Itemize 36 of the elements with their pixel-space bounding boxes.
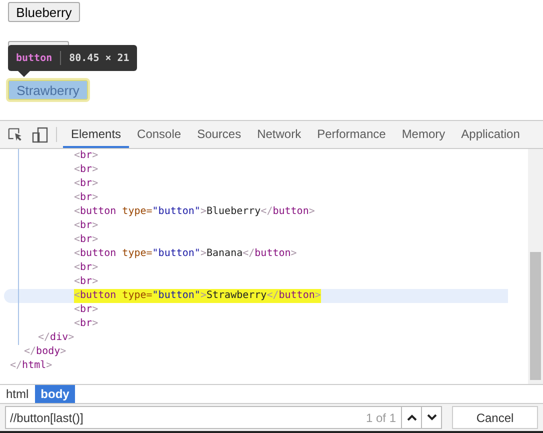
devtools-tab[interactable]: Sources (189, 121, 250, 148)
code-line[interactable]: <br> (0, 317, 508, 331)
devtools-tab[interactable]: Memory (394, 121, 454, 148)
inspect-icon[interactable] (8, 126, 24, 142)
tooltip-size: 80.45 × 21 (69, 52, 130, 64)
devtools-tab[interactable]: Application (453, 121, 528, 148)
device-icon[interactable] (32, 126, 48, 142)
devtools-tab[interactable]: Elements (63, 121, 130, 148)
caret-down-icon (426, 414, 436, 421)
code-line[interactable]: </div> (0, 331, 508, 345)
code-line[interactable]: <br> (0, 219, 508, 233)
devtools-tab[interactable]: Performance (309, 121, 394, 148)
code-line[interactable]: <br> (0, 261, 508, 275)
code-line[interactable]: <br> (0, 233, 508, 247)
code-line[interactable]: <br> (0, 275, 508, 289)
selected-code-line[interactable]: <button type="button">Strawberry</button> (4, 289, 508, 303)
page-button[interactable]: Blueberry (8, 2, 80, 22)
match-count: 1 of 1 (364, 410, 397, 424)
code-line[interactable]: </body> (0, 345, 508, 359)
breadcrumb[interactable]: html (0, 385, 35, 403)
devtools-tab[interactable]: Console (129, 121, 190, 148)
code-line[interactable]: <br> (0, 149, 508, 163)
cancel-button[interactable]: Cancel (452, 406, 538, 429)
search-box[interactable]: //button[last()] 1 of 1 (5, 406, 442, 429)
code-line[interactable]: <br> (0, 191, 508, 205)
tooltip-tag: button (16, 52, 52, 64)
caret-up-icon (406, 414, 416, 421)
code-line[interactable]: <button type="button">Banana</button> (0, 247, 508, 261)
code-line[interactable]: </html> (0, 359, 508, 373)
breadcrumb[interactable]: body (34, 385, 76, 403)
code-line[interactable]: <br> (0, 177, 508, 191)
code-line[interactable]: <br> (0, 303, 508, 317)
devtools-tab[interactable]: Network (249, 121, 310, 148)
code-line[interactable]: <button type="button">Blueberry</button> (0, 205, 508, 219)
scrollbar[interactable] (528, 149, 543, 384)
code-line[interactable]: <br> (0, 163, 508, 177)
